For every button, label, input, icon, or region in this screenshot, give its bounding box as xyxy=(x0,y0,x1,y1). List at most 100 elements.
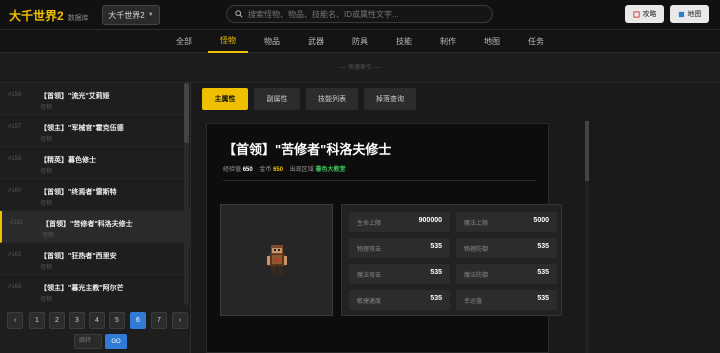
book-icon xyxy=(632,10,640,18)
stat-value: 5000 xyxy=(533,217,549,224)
stats-grid: 生命上限 900000 魔法上限 5000 物理攻击 535 物理防御 535 … xyxy=(341,204,562,316)
monster-detail-panel: 【首领】"苦修者"科洛夫修士 经验值 650 金币 650 出现区域 暮色大教堂 xyxy=(206,123,562,353)
stat-label: 敏捷速度 xyxy=(357,299,382,305)
list-scrollbar-thumb[interactable] xyxy=(184,83,189,143)
detail-area: 主属性 副属性 技能列表 掉落查询 【首领】"苦修者"科洛夫修士 经验值 650… xyxy=(192,83,720,353)
stat-value: 535 xyxy=(430,295,442,302)
top-bar: 大千世界2数据库 大千世界2 ▼ 攻略 地图 xyxy=(0,0,720,30)
search-input[interactable] xyxy=(248,9,488,19)
stat-value: 900000 xyxy=(418,217,442,224)
map-label: 地图 xyxy=(687,11,702,18)
item-number: #161 xyxy=(10,220,24,226)
tab-drop-query[interactable]: 掉落查询 xyxy=(364,88,416,110)
item-name: 【首领】"苦修者"科洛夫修士 xyxy=(42,221,133,228)
tab-skill-list[interactable]: 技能列表 xyxy=(306,88,358,110)
tab-crafting[interactable]: 制作 xyxy=(428,30,468,53)
stat-label: 魔法上限 xyxy=(464,221,489,227)
list-item[interactable]: #162 【首领】"狂热者"西里安 怪物 xyxy=(0,243,191,275)
item-type: 怪物 xyxy=(40,265,53,271)
stat-phys-defense: 物理防御 535 xyxy=(456,238,557,258)
tab-main-attributes[interactable]: 主属性 xyxy=(202,88,248,110)
tab-maps[interactable]: 地图 xyxy=(472,30,512,53)
item-name: 【首领】"流光"艾莉娅 xyxy=(40,93,110,100)
chevron-down-icon: ▼ xyxy=(147,12,154,18)
tab-items[interactable]: 物品 xyxy=(252,30,292,53)
page-button-4[interactable]: 4 xyxy=(89,312,105,329)
prev-page-button[interactable]: ‹ xyxy=(7,312,23,329)
page-button-5[interactable]: 5 xyxy=(109,312,125,329)
item-number: #158 xyxy=(8,156,22,162)
list-item-selected[interactable]: #161 【首领】"苦修者"科洛夫修士 怪物 xyxy=(0,211,191,243)
list-item[interactable]: #160 【首领】"终焉者"雷斯特 怪物 xyxy=(0,179,191,211)
item-name: 【领主】"军械官"霍克伍德 xyxy=(40,125,124,132)
list-item[interactable]: #157 【领主】"军械官"霍克伍德 怪物 xyxy=(0,115,191,147)
search-bar[interactable] xyxy=(226,5,493,23)
tab-quests[interactable]: 任务 xyxy=(516,30,556,53)
page-button-1[interactable]: 1 xyxy=(29,312,45,329)
area-link[interactable]: 暮色大教堂 xyxy=(315,167,345,173)
stat-agility: 敏捷速度 535 xyxy=(349,290,450,310)
stat-value: 535 xyxy=(537,269,549,276)
item-number: #160 xyxy=(8,188,22,194)
list-item[interactable]: #156 【首领】"流光"艾莉娅 怪物 xyxy=(0,83,191,115)
stat-value: 535 xyxy=(537,295,549,302)
exp-label: 经验值 xyxy=(223,167,242,173)
item-name: 【精英】暮色修士 xyxy=(40,157,96,164)
version-select[interactable]: 大千世界2 ▼ xyxy=(102,5,160,25)
stat-label: 魔法攻击 xyxy=(357,273,382,279)
monster-list: #156 【首领】"流光"艾莉娅 怪物 #157 【领主】"军械官"霍克伍德 怪… xyxy=(0,83,191,303)
divider xyxy=(223,180,536,181)
item-type: 怪物 xyxy=(40,105,53,111)
page-jump-input[interactable]: 跳转 xyxy=(74,334,102,349)
quick-index: — 快速索引 — xyxy=(0,53,720,83)
tab-all[interactable]: 全部 xyxy=(164,30,204,53)
stat-label: 幸运值 xyxy=(464,299,483,305)
item-number: #156 xyxy=(8,92,22,98)
item-type: 怪物 xyxy=(40,137,53,143)
stat-value: 535 xyxy=(430,243,442,250)
item-type: 怪物 xyxy=(40,169,53,175)
page-button-2[interactable]: 2 xyxy=(49,312,65,329)
area-label: 出现区域 xyxy=(289,167,314,173)
page-button-3[interactable]: 3 xyxy=(69,312,85,329)
item-type: 怪物 xyxy=(42,233,55,239)
monster-portrait xyxy=(220,204,333,316)
tab-monsters[interactable]: 怪物 xyxy=(208,30,248,53)
stat-magic-defense: 魔法防御 535 xyxy=(456,264,557,284)
tab-weapons[interactable]: 武器 xyxy=(296,30,336,53)
category-nav: 全部 怪物 物品 武器 防具 技能 制作 地图 任务 xyxy=(0,30,720,53)
page-button-6[interactable]: 6 xyxy=(130,312,146,329)
list-item[interactable]: #158 【精英】暮色修士 怪物 xyxy=(0,147,191,179)
stat-hp: 生命上限 900000 xyxy=(349,212,450,232)
version-label: 大千世界2 xyxy=(108,10,145,20)
stat-luck: 幸运值 535 xyxy=(456,290,557,310)
stat-magic-attack: 魔法攻击 535 xyxy=(349,264,450,284)
stat-value: 535 xyxy=(430,269,442,276)
go-button[interactable]: GO xyxy=(105,334,127,349)
map-button[interactable]: 地图 xyxy=(670,5,709,23)
tab-sub-attributes[interactable]: 副属性 xyxy=(254,88,300,110)
item-type: 怪物 xyxy=(40,297,53,303)
stat-label: 物理攻击 xyxy=(357,247,382,253)
guide-button[interactable]: 攻略 xyxy=(625,5,664,23)
tab-armor[interactable]: 防具 xyxy=(340,30,380,53)
tab-skills[interactable]: 技能 xyxy=(384,30,424,53)
logo-subtitle: 数据库 xyxy=(67,15,89,22)
item-name: 【首领】"狂热者"西里安 xyxy=(40,253,117,260)
stat-mp: 魔法上限 5000 xyxy=(456,212,557,232)
monster-title: 【首领】"苦修者"科洛夫修士 xyxy=(223,142,392,157)
stat-label: 生命上限 xyxy=(357,221,382,227)
search-icon xyxy=(235,10,243,18)
stat-value: 535 xyxy=(537,243,549,250)
list-item[interactable]: #165 【领主】"暮光主教"阿尔芒 怪物 xyxy=(0,275,191,303)
next-page-button[interactable]: › xyxy=(172,312,188,329)
item-type: 怪物 xyxy=(40,201,53,207)
gold-value: 650 xyxy=(273,167,284,173)
detail-scrollbar-thumb[interactable] xyxy=(585,121,589,181)
guide-label: 攻略 xyxy=(642,11,657,18)
item-number: #157 xyxy=(8,124,22,130)
monster-sidebar: #156 【首领】"流光"艾莉娅 怪物 #157 【领主】"军械官"霍克伍德 怪… xyxy=(0,83,191,353)
monster-sprite-icon xyxy=(267,245,287,275)
page-button-7[interactable]: 7 xyxy=(151,312,167,329)
app-logo[interactable]: 大千世界2 数据库 xyxy=(9,7,89,24)
